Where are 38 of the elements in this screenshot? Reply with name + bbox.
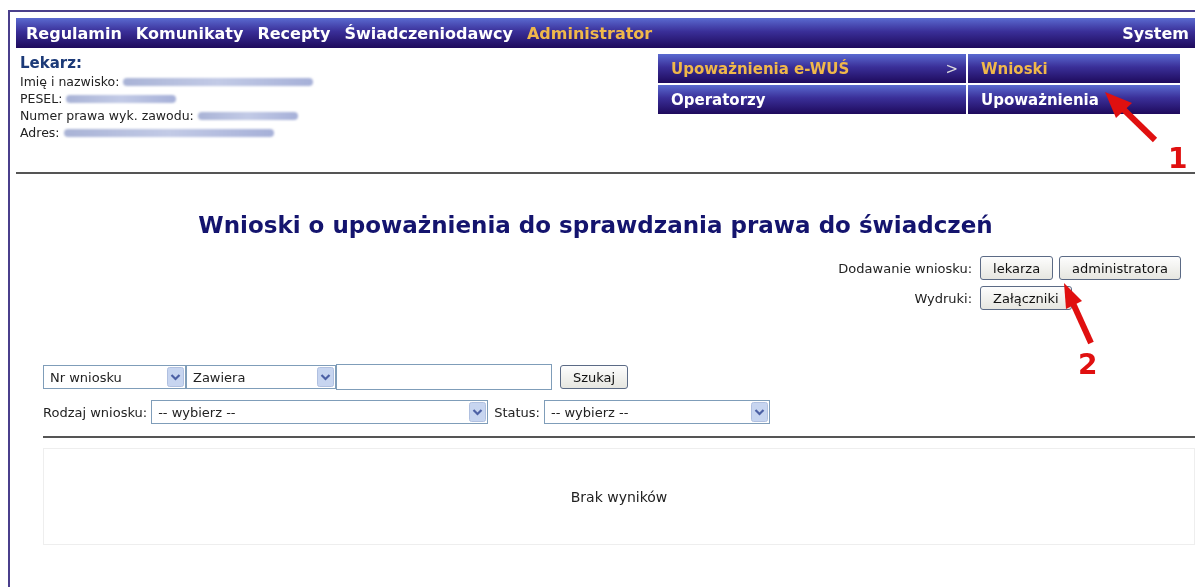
nav-item[interactable]: Komunikaty bbox=[135, 23, 244, 43]
action-label: Dodawanie wniosku: bbox=[838, 260, 973, 276]
annotation-number: 2 bbox=[1078, 348, 1098, 381]
action-button[interactable]: administratora bbox=[1059, 256, 1181, 280]
nav-item[interactable]: Administrator bbox=[526, 23, 653, 43]
empty-message: Brak wyników bbox=[570, 488, 668, 505]
field-label: Imię i nazwisko: bbox=[20, 74, 120, 90]
search-field[interactable] bbox=[336, 364, 552, 390]
nav-item[interactable]: Regulamin bbox=[26, 23, 122, 43]
submenu-item[interactable]: Upoważnienia e-WUŚ > bbox=[658, 54, 966, 83]
filter-label: Status: bbox=[494, 404, 540, 420]
filter-select[interactable]: -- wybierz -- bbox=[151, 400, 489, 424]
field-label: PESEL: bbox=[20, 91, 63, 107]
field-label: Numer prawa wyk. zawodu: bbox=[20, 108, 194, 124]
doctor-heading: Lekarz: bbox=[20, 54, 83, 72]
field-label: Adres: bbox=[20, 125, 60, 141]
action-label: Wydruki: bbox=[913, 290, 973, 306]
page-title: Wnioski o upoważnienia do sprawdzania prawa do świadczeń bbox=[197, 212, 994, 238]
action-button[interactable]: Załączniki bbox=[980, 286, 1072, 310]
dropdown-caret-icon bbox=[750, 402, 768, 422]
nav-item[interactable]: Świadczeniodawcy bbox=[344, 23, 513, 43]
submenu-item[interactable]: Upoważnienia bbox=[968, 85, 1180, 114]
mode-select[interactable]: Zawiera bbox=[186, 365, 336, 389]
field-select[interactable]: Nr wniosku bbox=[43, 365, 186, 389]
annotation-arrow bbox=[1105, 92, 1157, 142]
nav-item[interactable]: System bbox=[1122, 23, 1189, 43]
search-button[interactable]: Szukaj bbox=[560, 365, 629, 389]
filter-label: Rodzaj wniosku: bbox=[43, 404, 148, 420]
dropdown-caret-icon bbox=[469, 402, 487, 422]
annotation-arrow bbox=[1064, 283, 1092, 343]
submenu-item[interactable]: Operatorzy bbox=[658, 85, 966, 114]
nav-item[interactable]: Recepty bbox=[257, 23, 331, 43]
dropdown-caret-icon bbox=[167, 367, 184, 387]
submenu-item[interactable]: Wnioski bbox=[968, 54, 1180, 83]
action-button[interactable]: lekarza bbox=[980, 256, 1054, 280]
filter-select[interactable]: -- wybierz -- bbox=[543, 400, 770, 424]
annotation-number: 1 bbox=[1168, 142, 1188, 175]
dropdown-caret-icon bbox=[317, 367, 334, 387]
